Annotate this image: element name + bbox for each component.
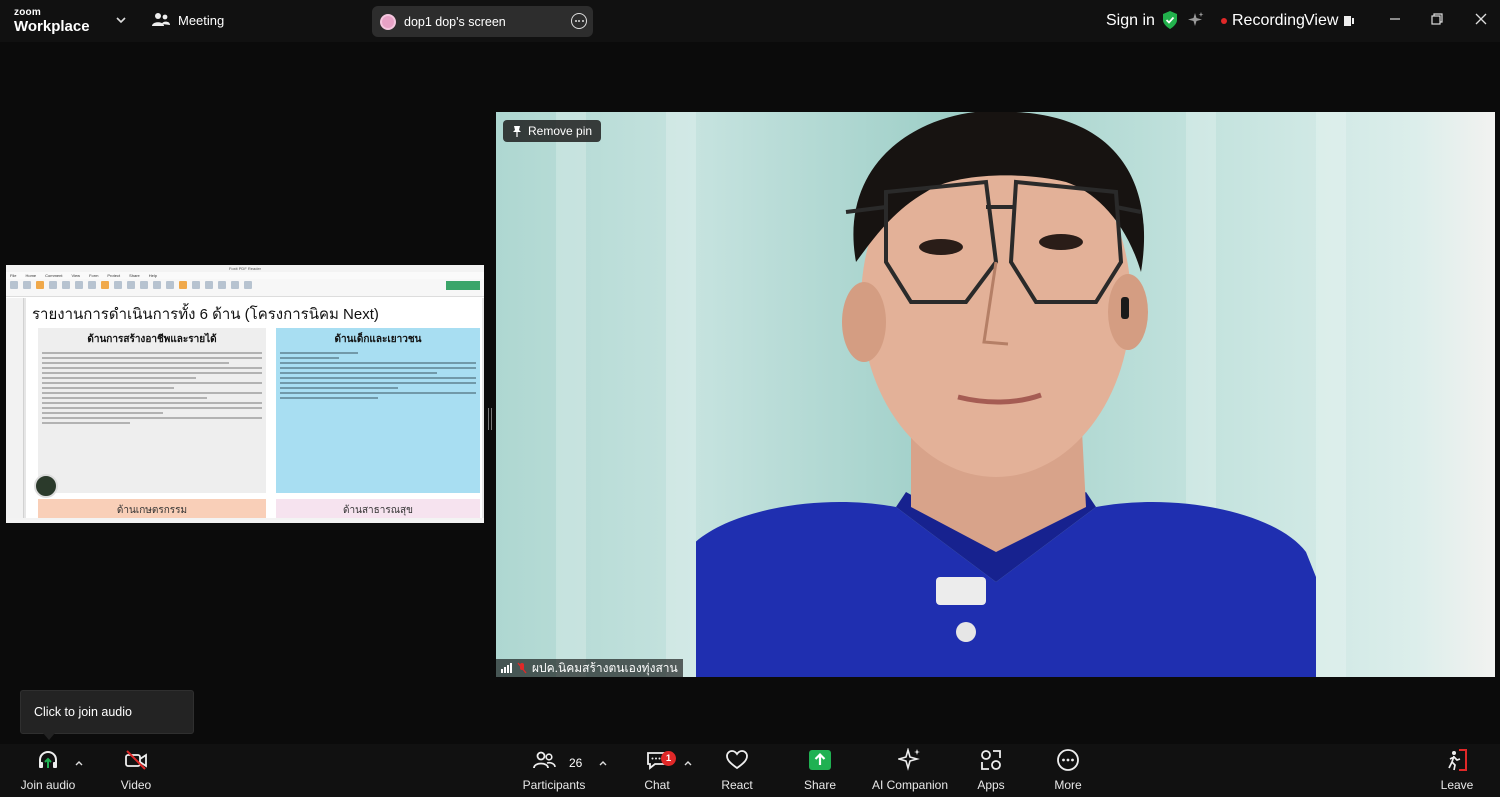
shared-screen-view[interactable]: Foxit PDF Reader File Home Comment View Form… — [6, 265, 484, 523]
youth-section: ด้านเด็กและเยาวชน — [276, 328, 480, 493]
ai-companion-button[interactable]: AI Companion — [868, 744, 952, 797]
participant-video[interactable]: Remove pin ผปค.นิคมสร้างตนเองทุ่งสาน — [496, 112, 1495, 677]
curtain-fold — [556, 112, 586, 677]
pdf-document-area: รายงานการดำเนินการทั้ง 6 ด้าน (โครงการนิ… — [6, 298, 484, 523]
chevron-up-icon[interactable] — [74, 758, 84, 768]
sign-in-link[interactable]: Sign in — [1106, 12, 1155, 30]
income-section-title: ด้านการสร้างอาชีพและรายได้ — [87, 334, 217, 345]
join-audio-tooltip: Click to join audio — [20, 690, 194, 740]
slide-heading: รายงานการดำเนินการทั้ง 6 ด้าน (โครงการนิ… — [32, 306, 379, 323]
participant-name-tag: ผปค.นิคมสร้างตนเองทุ่งสาน — [496, 659, 683, 677]
join-audio-label: Join audio — [20, 778, 76, 792]
meeting-menu[interactable]: Meeting — [152, 12, 224, 28]
leave-label: Leave — [1440, 778, 1474, 792]
more-label: More — [1054, 778, 1082, 792]
people-icon — [152, 13, 170, 26]
curtain-fold — [666, 112, 696, 677]
apps-icon — [981, 750, 1001, 770]
shared-screen-label: dop1 dop's screen — [404, 14, 506, 29]
react-label: React — [721, 778, 753, 792]
pdf-page: รายงานการดำเนินการทั้ง 6 ด้าน (โครงการนิ… — [26, 298, 482, 523]
recording-indicator[interactable]: Recording — [1221, 12, 1305, 30]
video-off-icon — [125, 750, 147, 770]
join-audio-button[interactable]: Join audio — [20, 744, 76, 797]
heart-icon — [726, 750, 748, 770]
chevron-up-icon[interactable] — [598, 758, 608, 768]
ai-sparkle-icon — [898, 748, 920, 771]
pdf-ribbon — [6, 279, 484, 297]
restore-icon[interactable] — [1430, 12, 1444, 26]
leave-icon — [1448, 749, 1467, 771]
more-options-icon[interactable] — [571, 13, 587, 29]
sparkle-icon[interactable] — [1187, 11, 1205, 29]
youth-section-title: ด้านเด็กและเยาวชน — [334, 334, 422, 345]
chat-label: Chat — [644, 778, 670, 792]
income-section: ด้านการสร้างอาชีพและรายได้ — [38, 328, 266, 493]
meeting-toolbar: Join audio Video Participants 26 Chat 1 — [0, 744, 1500, 797]
participants-count: 26 — [569, 756, 583, 770]
meeting-label: Meeting — [178, 12, 225, 28]
apps-label: Apps — [977, 778, 1005, 792]
brand-top: zoom — [14, 7, 41, 18]
leave-button[interactable]: Leave — [1434, 744, 1480, 797]
chevron-up-icon[interactable] — [683, 758, 693, 768]
top-bar: zoom Workplace Meeting dop1 dop's screen… — [0, 0, 1500, 42]
share-screen-icon — [809, 750, 831, 770]
view-label: View — [1304, 12, 1339, 29]
signal-strength-icon — [501, 663, 512, 673]
avatar — [380, 13, 396, 30]
video-button[interactable]: Video — [110, 744, 162, 797]
participants-icon — [533, 751, 556, 769]
view-layout-icon — [1344, 16, 1355, 26]
recording-dot-icon — [1221, 18, 1227, 24]
share-label: Share — [803, 778, 837, 792]
resize-handle[interactable] — [488, 408, 492, 430]
participant-name: ผปค.นิคมสร้างตนเองทุ่งสาน — [532, 660, 678, 675]
shared-screen-indicator[interactable]: dop1 dop's screen — [372, 6, 593, 37]
remove-pin-button[interactable]: Remove pin — [503, 120, 602, 142]
organization-logo — [34, 474, 58, 498]
apps-button[interactable]: Apps — [968, 744, 1014, 797]
pdf-sidebar — [6, 298, 24, 523]
chat-unread-badge: 1 — [661, 751, 676, 766]
view-menu[interactable]: View — [1304, 12, 1355, 30]
chevron-down-icon[interactable] — [114, 13, 128, 27]
curtain-fold — [1316, 112, 1346, 677]
more-icon — [1057, 749, 1079, 771]
ribbon-badge — [446, 281, 480, 290]
participants-button[interactable]: Participants — [520, 744, 588, 797]
more-button[interactable]: More — [1045, 744, 1091, 797]
mic-muted-icon — [517, 662, 527, 674]
participants-label: Participants — [522, 778, 586, 792]
react-button[interactable]: React — [714, 744, 760, 797]
pin-icon — [513, 126, 521, 137]
participant-image — [696, 112, 1316, 677]
recording-label: Recording — [1232, 12, 1305, 29]
shield-check-icon[interactable] — [1161, 10, 1179, 30]
brand-bottom: Workplace — [14, 18, 90, 35]
pdf-window-titlebar: Foxit PDF Reader — [6, 265, 484, 272]
close-icon[interactable] — [1474, 12, 1488, 26]
share-button[interactable]: Share — [797, 744, 843, 797]
pdf-status-bar — [6, 518, 484, 523]
zoom-workplace-logo[interactable]: zoom Workplace — [14, 7, 90, 35]
minimize-icon[interactable] — [1388, 12, 1402, 26]
headphones-icon — [39, 750, 57, 768]
pdf-menu-bar: File Home Comment View Form Protect Share Help — [6, 272, 484, 279]
video-label: Video — [120, 778, 152, 792]
remove-pin-label: Remove pin — [528, 124, 593, 138]
ai-companion-label: AI Companion — [871, 778, 949, 792]
